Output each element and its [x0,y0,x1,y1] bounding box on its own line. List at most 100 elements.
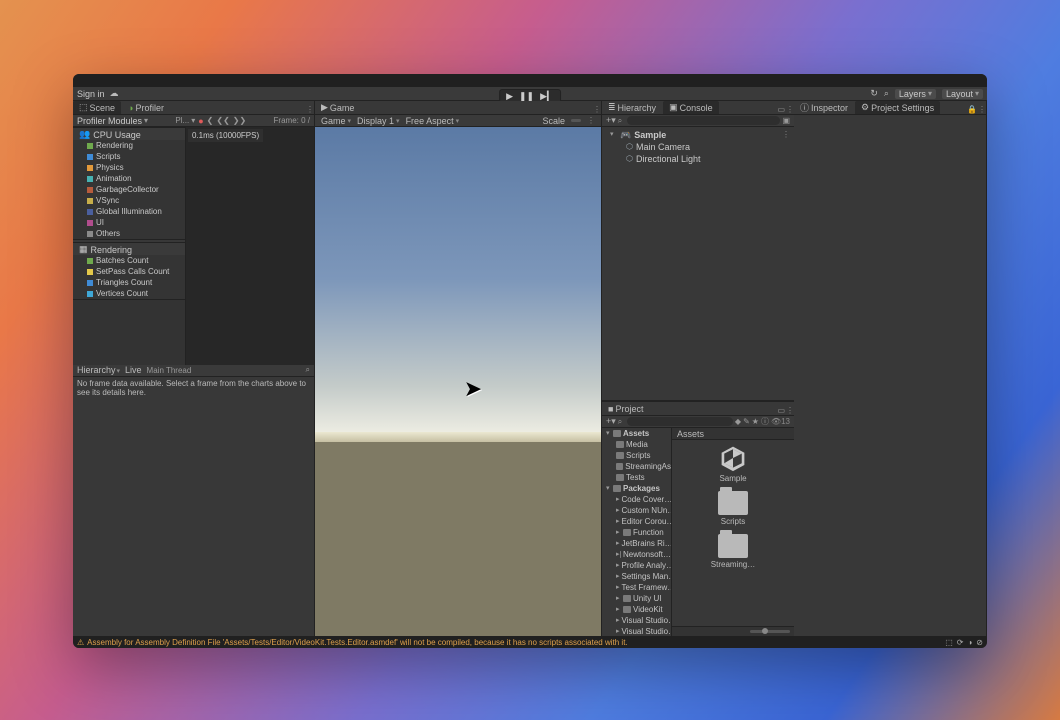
tab-scene[interactable]: ⬚Scene [73,101,121,114]
folder-row[interactable]: ▸Visual Studio… [602,626,671,636]
folder-row[interactable]: ▸Settings Man… [602,571,671,582]
warning-icon[interactable]: ⚠ [77,638,84,647]
layout-dropdown[interactable]: Layout▾ [942,89,983,99]
asset-folder[interactable]: Scripts [676,491,790,526]
scene-menu-icon[interactable]: ⋮ [782,129,790,141]
profiler-metric[interactable]: Vertices Count [73,288,185,299]
panel-menu-icon[interactable]: ⋮ [786,105,794,114]
folder-row[interactable]: ▸JetBrains Ri… [602,538,671,549]
folder-row[interactable]: ▸Visual Studio… [602,615,671,626]
profiler-metric[interactable]: GarbageCollector [73,184,185,195]
folder-row[interactable]: ▸Function [602,527,671,538]
record-button[interactable]: ● [198,116,203,126]
scale-slider[interactable] [571,119,581,122]
target-dropdown[interactable]: Pl...▾ [175,116,195,125]
panel-menu-icon[interactable]: ⋮ [978,105,986,114]
folder-row[interactable]: ▸Custom NUn… [602,505,671,516]
asset-scene[interactable]: Sample [676,444,790,483]
tab-hierarchy[interactable]: ≣Hierarchy [602,101,662,114]
assets-folder[interactable]: ▾Assets [602,428,671,439]
folder-row[interactable]: ▸VideoKit [602,604,671,615]
undo-history-icon[interactable]: ↻ [870,88,878,99]
folder-row[interactable]: Tests [602,472,671,483]
asset-folder[interactable]: Streaming… [676,534,790,569]
signin-button[interactable]: Sign in [77,89,105,99]
scene-row[interactable]: ▾🎮Sample⋮ [606,129,790,141]
profiler-metric[interactable]: VSync [73,195,185,206]
folder-row[interactable]: ▸Code Cover… [602,494,671,505]
tab-inspector[interactable]: ⓘInspector [794,101,854,114]
folder-row[interactable]: ▸Profile Analy… [602,560,671,571]
profiler-metric[interactable]: Scripts [73,151,185,162]
hierarchy-search[interactable] [627,116,780,125]
packages-folder[interactable]: ▾Packages [602,483,671,494]
profiler-metric[interactable]: Animation [73,173,185,184]
layers-dropdown[interactable]: Layers▾ [895,89,936,99]
status-message[interactable]: Assembly for Assembly Definition File 'A… [87,638,627,647]
profiler-metric[interactable]: Others [73,228,185,239]
folder-row[interactable]: StreamingAs [602,461,671,472]
rendering-module[interactable]: ▦Rendering [73,243,185,255]
folder-row[interactable]: Scripts [602,450,671,461]
status-icon[interactable]: ⬚ [945,638,953,647]
game-view[interactable]: ➤ [315,127,601,636]
live-toggle[interactable]: Live [125,365,142,375]
status-icon[interactable]: ◑ [967,638,972,647]
window-titlebar[interactable] [73,74,987,87]
folder-row[interactable]: ▸Editor Corou… [602,516,671,527]
status-icon[interactable]: ⊘ [976,638,983,647]
project-tree[interactable]: ▾Assets MediaScriptsStreamingAsTests ▾Pa… [602,428,672,636]
profiler-metric[interactable]: Triangles Count [73,277,185,288]
gameobject-row[interactable]: ⬡Main Camera [606,141,790,153]
grid-size-slider[interactable] [750,630,790,633]
display-dropdown[interactable]: Display 1 [357,116,400,126]
tab-game[interactable]: ▶Game [315,101,360,114]
cpu-usage-module[interactable]: 👥CPU Usage [73,128,185,140]
detail-search-icon[interactable]: ⌕ [306,365,310,375]
profiler-metric[interactable]: Rendering [73,140,185,151]
tab-project-settings[interactable]: ⚙Project Settings [855,101,940,114]
favorite-icon[interactable]: ★ [752,417,759,426]
hierarchy-options-icon[interactable]: ▣ [782,116,790,125]
tab-project[interactable]: ■Project [602,402,649,415]
cloud-icon[interactable]: ☁ [110,88,119,99]
panel-maximize-icon[interactable]: ▭ [777,105,785,114]
next-frames-icon[interactable]: ❯❯ [233,116,246,125]
search-icon[interactable]: ⌕ [618,417,622,427]
folder-row[interactable]: ▸Newtonsoft… [602,549,671,560]
filter-icon[interactable]: ✎ [743,417,750,426]
search-icon[interactable]: ⌕ [884,88,889,99]
game-options-icon[interactable]: ⋮ [587,116,595,125]
game-mode-dropdown[interactable]: Game [321,116,351,126]
project-breadcrumb[interactable]: Assets [672,428,794,440]
gameobject-row[interactable]: ⬡Directional Light [606,153,790,165]
status-icon[interactable]: ⟳ [957,638,964,647]
panel-menu-icon[interactable]: ⋮ [306,105,314,114]
folder-row[interactable]: Media [602,439,671,450]
tab-console[interactable]: ▣Console [663,101,719,114]
hidden-count[interactable]: 👁13 [771,417,790,426]
folder-row[interactable]: ▸Test Framew… [602,582,671,593]
add-button[interactable]: +▾ [606,115,616,126]
profiler-metric[interactable]: UI [73,217,185,228]
profiler-chart-area[interactable]: 0.1ms (10000FPS) [185,127,314,365]
prev-frames-icon[interactable]: ❮❮ [216,116,229,125]
panel-menu-icon[interactable]: ⋮ [593,105,601,114]
profiler-metric[interactable]: SetPass Calls Count [73,266,185,277]
aspect-dropdown[interactable]: Free Aspect [406,116,460,126]
tab-profiler[interactable]: ◑Profiler [122,101,170,114]
detail-view-dropdown[interactable]: Hierarchy [77,365,120,375]
profiler-metric[interactable]: Physics [73,162,185,173]
profiler-metric[interactable]: Batches Count [73,255,185,266]
add-button[interactable]: +▾ [606,416,616,427]
filter-icon[interactable]: ◆ [735,417,741,426]
panel-menu-icon[interactable]: ⋮ [786,406,794,415]
search-icon[interactable]: ⌕ [618,116,622,126]
lock-icon[interactable]: 🔒 [967,105,977,114]
panel-maximize-icon[interactable]: ▭ [777,406,785,415]
folder-row[interactable]: ▸Unity UI [602,593,671,604]
profiler-metric[interactable]: Global Illumination [73,206,185,217]
project-search[interactable] [627,417,733,426]
hidden-icon[interactable]: ⓘ [761,416,769,427]
profiler-modules-dropdown[interactable]: Profiler Modules▾ [77,116,148,126]
